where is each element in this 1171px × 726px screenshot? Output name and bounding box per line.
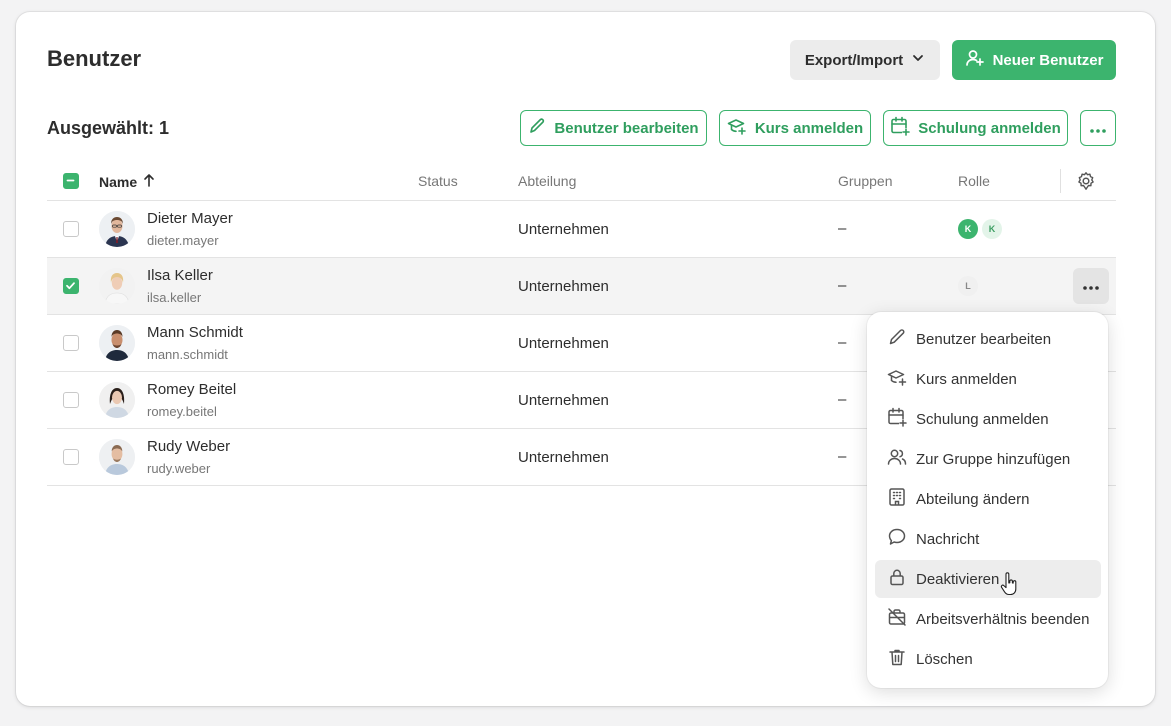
select-all-checkbox[interactable] <box>63 173 79 189</box>
table-row[interactable]: Ilsa Keller ilsa.keller Unternehmen – L <box>47 258 1116 315</box>
menu-item-edit-user[interactable]: Benutzer bearbeiten <box>875 320 1101 358</box>
more-dots-icon <box>1090 120 1106 137</box>
user-login: mann.schmidt <box>147 347 228 362</box>
column-header-status[interactable]: Status <box>418 173 458 189</box>
enroll-training-label: Schulung anmelden <box>918 119 1061 137</box>
users-icon <box>887 447 907 471</box>
pencil-icon <box>887 327 907 351</box>
column-header-department[interactable]: Abteilung <box>518 173 576 189</box>
user-name[interactable]: Ilsa Keller <box>147 267 213 284</box>
role-badge: K <box>958 219 978 239</box>
user-plus-icon <box>965 48 985 72</box>
column-divider <box>1060 169 1061 193</box>
edit-user-button[interactable]: Benutzer bearbeiten <box>520 110 707 146</box>
row-context-menu: Benutzer bearbeiten Kurs anmelden Schulu… <box>867 312 1108 688</box>
menu-item-change-department[interactable]: Abteilung ändern <box>875 480 1101 518</box>
calendar-plus-icon <box>890 116 911 140</box>
avatar <box>99 382 135 418</box>
user-department: Unternehmen <box>518 449 609 466</box>
user-login: dieter.mayer <box>147 233 219 248</box>
user-login: romey.beitel <box>147 404 217 419</box>
chevron-down-icon <box>911 51 925 69</box>
new-user-label: Neuer Benutzer <box>992 51 1104 69</box>
user-department: Unternehmen <box>518 392 609 409</box>
table-row[interactable]: Dieter Mayer dieter.mayer Unternehmen – … <box>47 201 1116 258</box>
briefcase-off-icon <box>887 607 907 631</box>
row-checkbox[interactable] <box>63 221 79 237</box>
pencil-icon <box>528 117 546 139</box>
user-department: Unternehmen <box>518 221 609 238</box>
menu-item-end-employment[interactable]: Arbeitsverhältnis beenden <box>875 600 1101 638</box>
user-name[interactable]: Romey Beitel <box>147 381 236 398</box>
menu-item-deactivate[interactable]: Deaktivieren <box>875 560 1101 598</box>
menu-item-enroll-course[interactable]: Kurs anmelden <box>875 360 1101 398</box>
row-checkbox[interactable] <box>63 335 79 351</box>
calendar-plus-icon <box>887 407 907 431</box>
user-groups: – <box>838 391 847 408</box>
enroll-course-button[interactable]: Kurs anmelden <box>719 110 871 146</box>
user-groups: – <box>838 334 847 351</box>
new-user-button[interactable]: Neuer Benutzer <box>952 40 1116 80</box>
column-header-name[interactable]: Name <box>99 173 155 190</box>
user-groups: – <box>838 277 847 294</box>
row-checkbox[interactable] <box>63 392 79 408</box>
user-login: ilsa.keller <box>147 290 202 305</box>
hand-pointer-cursor-icon <box>1000 572 1018 601</box>
user-name[interactable]: Dieter Mayer <box>147 210 233 227</box>
user-name[interactable]: Mann Schmidt <box>147 324 243 341</box>
user-name[interactable]: Rudy Weber <box>147 438 230 455</box>
graduation-cap-plus-icon <box>887 367 907 391</box>
user-groups: – <box>838 220 847 237</box>
row-more-button[interactable] <box>1073 268 1109 304</box>
menu-item-message[interactable]: Nachricht <box>875 520 1101 558</box>
menu-item-add-to-group[interactable]: Zur Gruppe hinzufügen <box>875 440 1101 478</box>
menu-item-delete[interactable]: Löschen <box>875 640 1101 678</box>
avatar <box>99 439 135 475</box>
edit-user-label: Benutzer bearbeiten <box>554 119 699 137</box>
role-badge: L <box>958 276 978 296</box>
selection-count: Ausgewählt: 1 <box>47 118 170 138</box>
enroll-course-label: Kurs anmelden <box>754 119 864 137</box>
enroll-training-button[interactable]: Schulung anmelden <box>883 110 1068 146</box>
user-groups: – <box>838 448 847 465</box>
page-title: Benutzer <box>47 46 142 71</box>
graduation-cap-plus-icon <box>727 117 747 139</box>
table-header: Name Status Abteilung Gruppen Rolle <box>47 161 1116 201</box>
user-department: Unternehmen <box>518 278 609 295</box>
row-checkbox[interactable] <box>63 278 79 294</box>
more-actions-button[interactable] <box>1080 110 1116 146</box>
chat-bubble-icon <box>887 527 907 551</box>
more-dots-icon <box>1083 277 1099 295</box>
export-import-label: Export/Import <box>804 51 904 69</box>
building-icon <box>887 487 907 511</box>
role-badge: K <box>982 219 1002 239</box>
column-header-groups[interactable]: Gruppen <box>838 173 892 189</box>
lock-icon <box>887 567 907 591</box>
menu-item-enroll-training[interactable]: Schulung anmelden <box>875 400 1101 438</box>
trash-icon <box>887 647 907 671</box>
avatar <box>99 211 135 247</box>
avatar <box>99 268 135 304</box>
user-department: Unternehmen <box>518 335 609 352</box>
user-login: rudy.weber <box>147 461 211 476</box>
export-import-button[interactable]: Export/Import <box>790 40 940 80</box>
row-checkbox[interactable] <box>63 449 79 465</box>
avatar <box>99 325 135 361</box>
gear-icon[interactable] <box>1076 171 1096 196</box>
column-header-role[interactable]: Rolle <box>958 173 990 189</box>
sort-arrow-up-icon <box>143 173 155 190</box>
